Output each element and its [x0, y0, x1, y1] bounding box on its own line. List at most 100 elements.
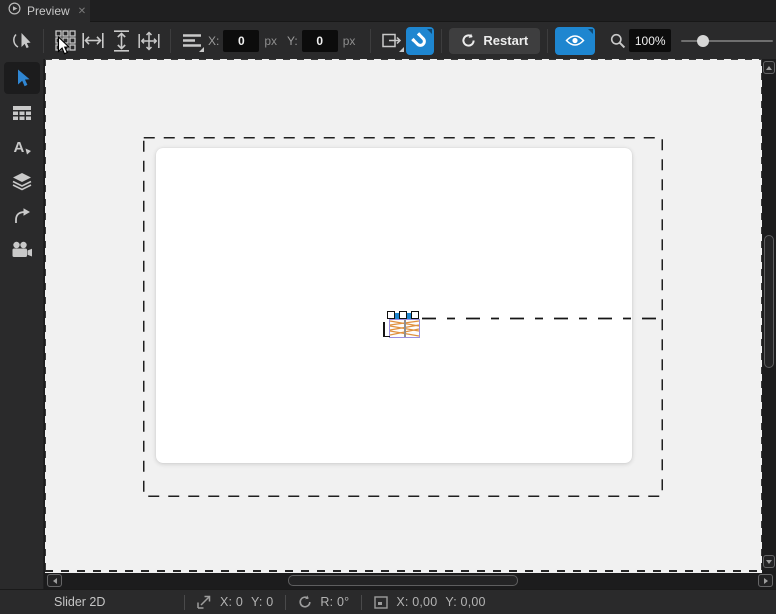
horizontal-scrollbar[interactable] — [45, 573, 776, 589]
vertical-scrollbar[interactable] — [762, 59, 776, 571]
zoom-slider[interactable] — [681, 34, 774, 48]
statusbar-separator — [184, 594, 185, 610]
item-corner-bracket — [383, 322, 385, 336]
vertical-scrollbar-thumb[interactable] — [764, 235, 774, 368]
arrow-right-icon — [763, 577, 768, 584]
zoom-level-value[interactable]: 100% — [629, 29, 672, 52]
selected-item-name: Slider 2D — [54, 595, 106, 609]
sidebar-item-layers[interactable] — [4, 166, 40, 196]
camera-icon — [12, 241, 32, 257]
status-bar: Slider 2D X: 0 Y: 0 R: 0° X: 0,00 Y: 0,0… — [0, 589, 776, 614]
x-position-label: X: — [208, 33, 220, 48]
toolbar-separator — [370, 28, 372, 53]
tab-preview[interactable]: Preview ✕ — [0, 0, 90, 22]
scroll-up-button[interactable] — [763, 61, 775, 74]
text-tool-icon: A — [13, 139, 31, 156]
visibility-toggle[interactable] — [555, 26, 596, 55]
fit-width-icon — [82, 33, 104, 48]
component-surface[interactable] — [156, 148, 632, 463]
fit-height-button[interactable] — [107, 27, 135, 55]
grid-icon — [54, 30, 76, 51]
table-icon — [12, 106, 31, 120]
resize-handle-center[interactable] — [399, 311, 407, 319]
sidebar-item-connections[interactable] — [4, 200, 40, 230]
scroll-right-button[interactable] — [758, 574, 773, 587]
dropdown-arrow-icon — [199, 46, 204, 52]
zoom-slider-track[interactable] — [681, 39, 774, 42]
layers-icon — [12, 172, 31, 190]
toolbar-separator — [547, 28, 549, 53]
scroll-down-button[interactable] — [763, 555, 775, 568]
magnifier-icon — [611, 33, 626, 48]
arrow-up-icon — [766, 65, 772, 70]
move-position-icon — [197, 595, 211, 609]
position-x-value: X: 0 — [220, 595, 244, 609]
restart-button[interactable]: Restart — [449, 27, 541, 54]
tool-sidebar: A — [0, 59, 44, 589]
text-tool-glyph: A — [13, 139, 24, 156]
snap-magnet-toggle[interactable] — [406, 26, 435, 55]
x-position-input[interactable] — [223, 29, 260, 52]
layout-parent-button[interactable] — [378, 27, 406, 55]
arrow-down-icon — [766, 559, 772, 564]
tab-title: Preview — [27, 4, 70, 18]
selection-extent-dashed-line — [422, 317, 664, 320]
pick-cursor-button[interactable] — [8, 27, 36, 55]
bounds-icon — [374, 595, 389, 609]
statusbar-separator — [285, 594, 287, 610]
dropdown-arrow-icon — [399, 46, 405, 52]
position-readout: X: 0 Y: 0 — [197, 595, 273, 609]
pick-cursor-icon — [13, 32, 31, 48]
slider-2d-item[interactable] — [389, 319, 420, 338]
zoom-slider-handle[interactable] — [697, 34, 710, 47]
fit-all-icon — [138, 30, 160, 51]
resize-handle-right[interactable] — [411, 311, 419, 319]
magnet-icon — [411, 31, 427, 47]
y-position-label: Y: — [287, 33, 298, 48]
restart-label: Restart — [483, 33, 529, 48]
position-y-value: Y: 0 — [251, 595, 274, 609]
align-options-button[interactable] — [178, 27, 206, 55]
statusbar-separator — [361, 594, 363, 610]
y-position-input[interactable] — [301, 29, 338, 52]
sidebar-item-select-tool[interactable] — [3, 62, 40, 94]
toolbar-separator — [170, 28, 171, 53]
horizontal-scrollbar-thumb[interactable] — [288, 575, 518, 586]
arrow-left-icon — [52, 577, 57, 584]
item-corner-bracket — [383, 335, 390, 337]
size-readout: X: 0,00 Y: 0,00 — [374, 595, 485, 609]
play-circle-icon — [8, 2, 21, 20]
sidebar-item-table-view[interactable] — [4, 98, 40, 128]
sidebar-item-text-tool[interactable]: A — [4, 132, 40, 162]
rotation-value: R: 0° — [320, 595, 350, 609]
resize-handle-left[interactable] — [387, 311, 395, 319]
rotate-icon — [299, 595, 312, 608]
tab-close-icon[interactable]: ✕ — [78, 6, 86, 17]
canvas-toolbar: X: px Y: px — [0, 22, 776, 59]
select-cursor-icon — [17, 69, 30, 87]
scroll-left-button[interactable] — [47, 574, 62, 587]
toolbar-separator — [43, 28, 44, 53]
toolbar-separator — [441, 28, 443, 53]
rotation-readout: R: 0° — [298, 595, 349, 609]
connections-icon — [14, 208, 30, 223]
fit-all-button[interactable] — [135, 27, 163, 55]
fit-width-button[interactable] — [79, 27, 107, 55]
size-y-value: Y: 0,00 — [445, 595, 486, 609]
eye-icon — [565, 35, 585, 46]
y-unit-label: px — [342, 33, 356, 48]
tab-bar: Preview ✕ — [0, 0, 776, 22]
zoom-tool-button[interactable] — [607, 27, 629, 55]
grid-mode-button[interactable] — [51, 27, 79, 55]
size-x-value: X: 0,00 — [396, 595, 438, 609]
canvas-edge-dashes-top — [45, 59, 762, 60]
slider-handle-indicator[interactable] — [404, 320, 406, 337]
sidebar-item-camera[interactable] — [4, 234, 40, 264]
x-unit-label: px — [264, 33, 278, 48]
refresh-icon — [462, 33, 476, 47]
canvas-edge-dashes-bottom — [45, 570, 762, 572]
application-window: Preview ✕ X: 0 px Y: 0 px Restart 100% A… — [0, 0, 776, 614]
design-canvas[interactable] — [45, 59, 762, 573]
fit-height-icon — [113, 29, 129, 52]
canvas-edge-dashes-left — [45, 59, 46, 573]
